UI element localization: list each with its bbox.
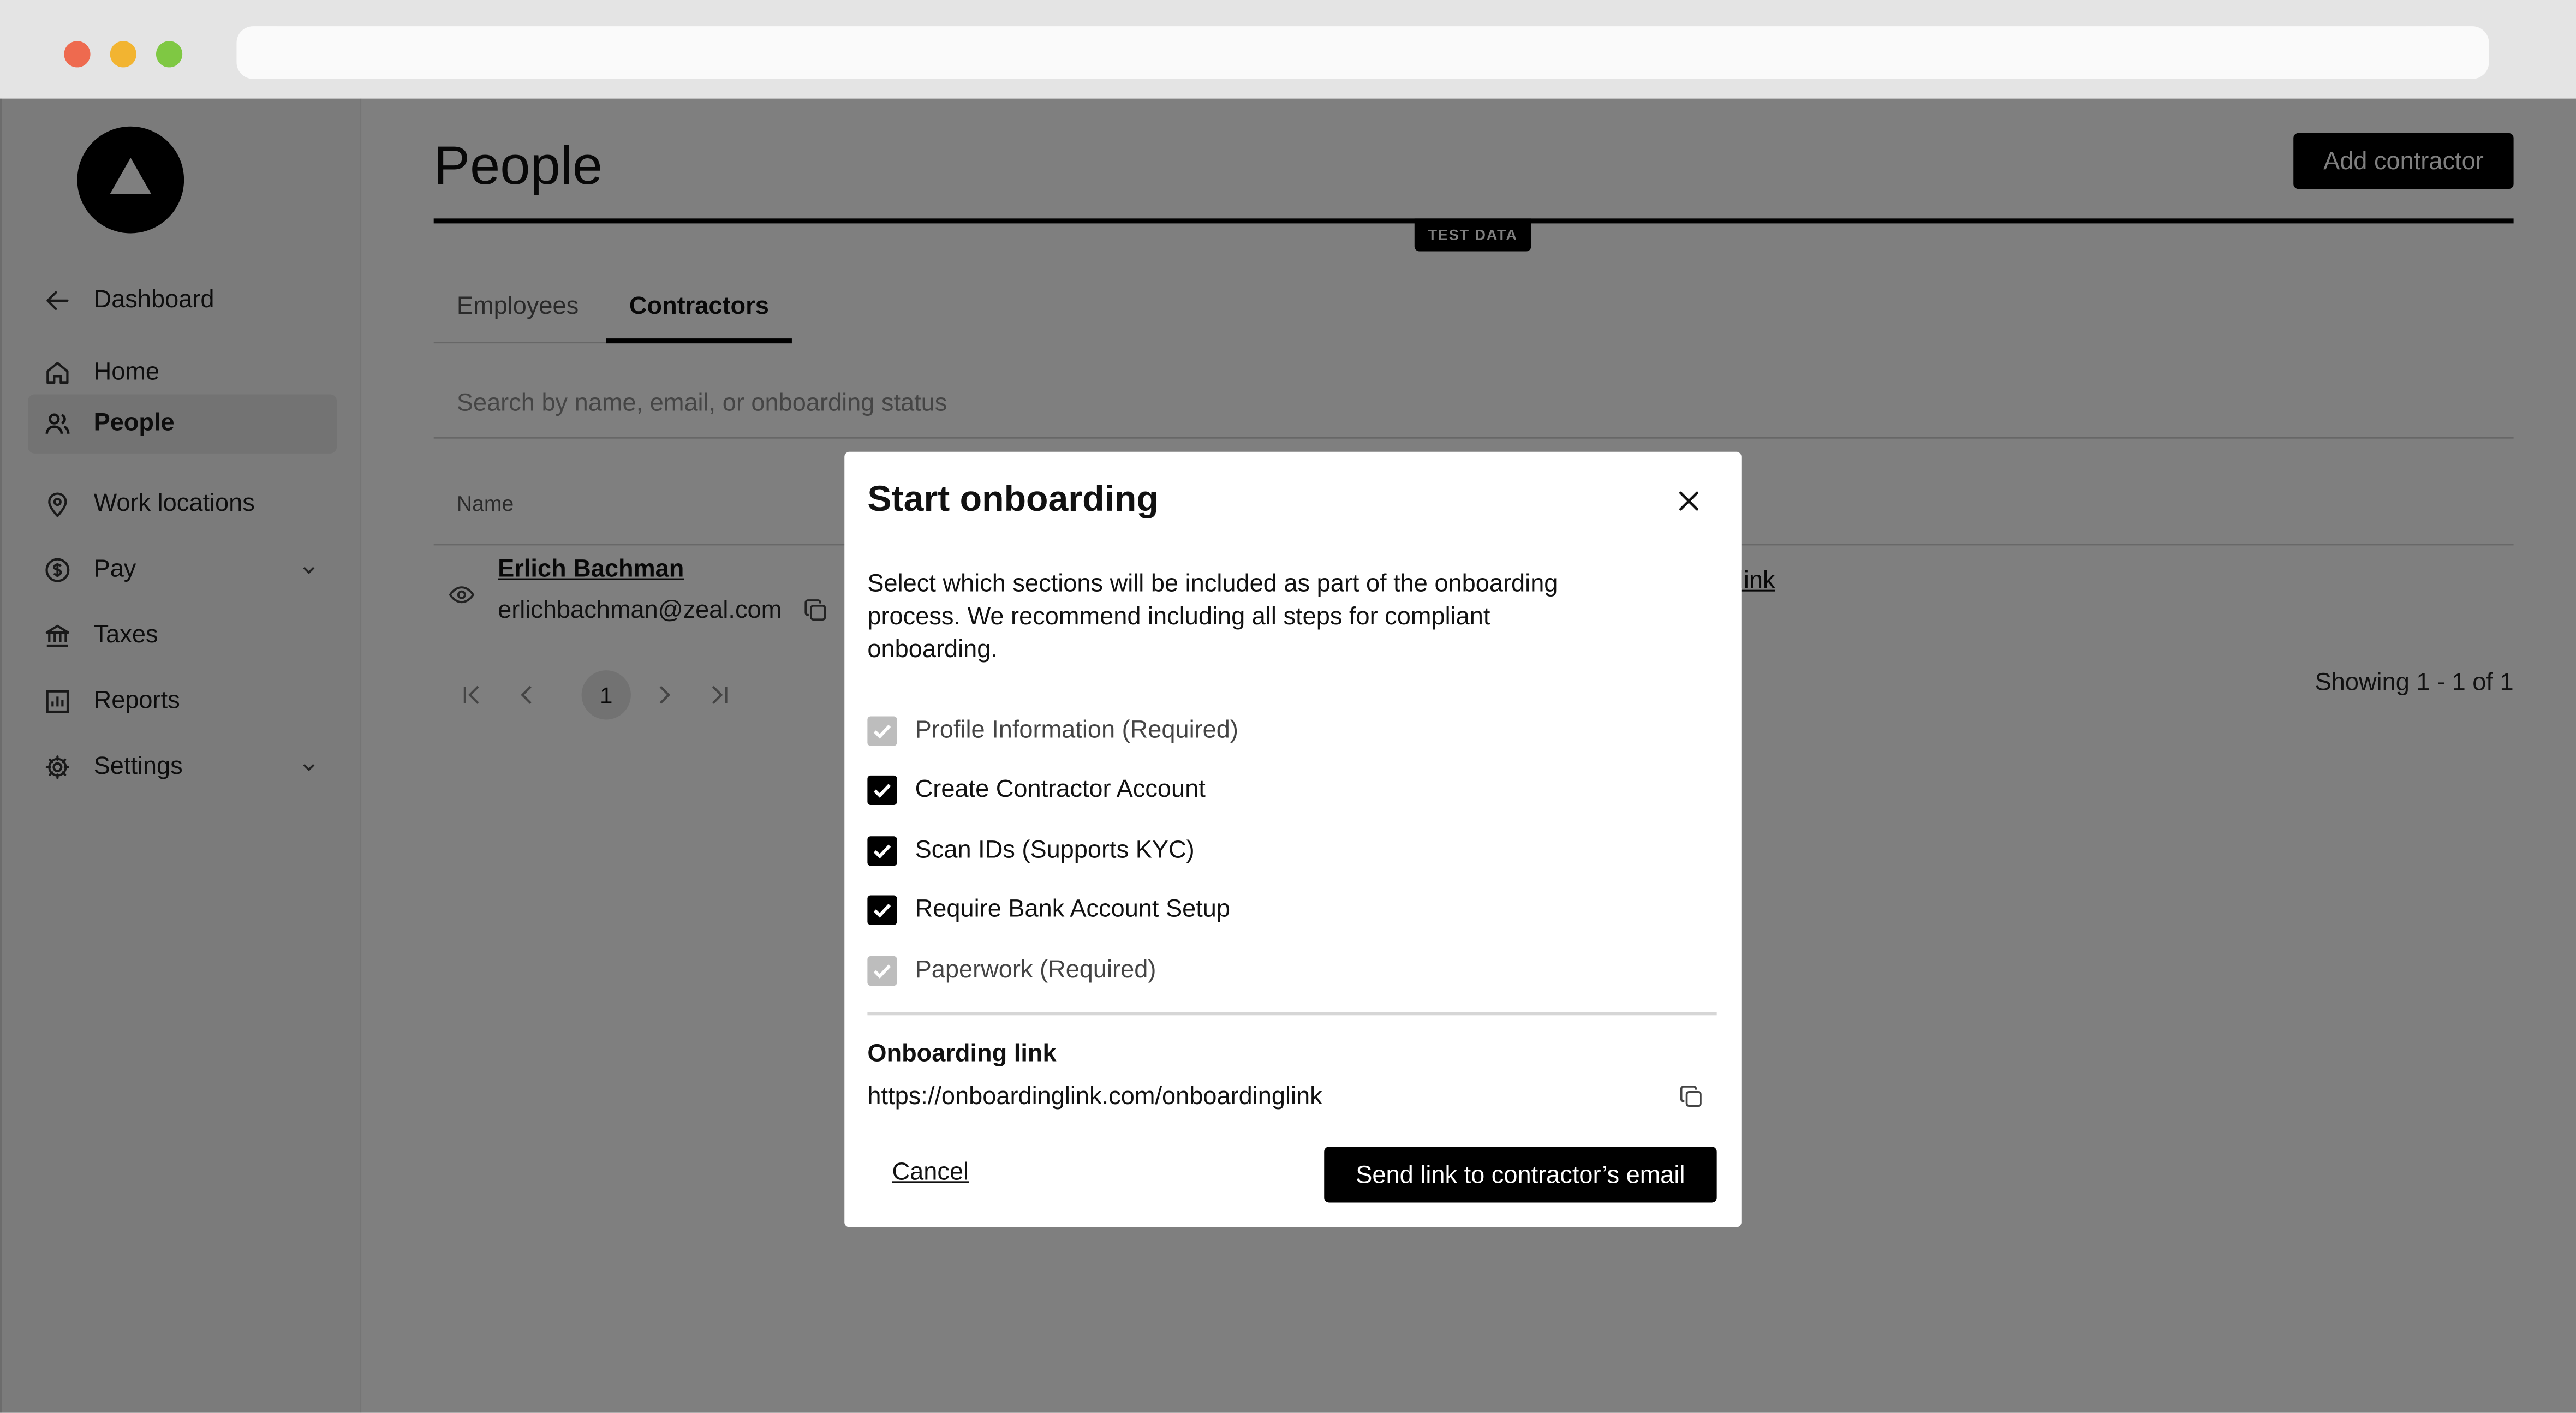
option-label: Profile Information (Required) — [915, 716, 1238, 744]
checkbox-profile-information[interactable] — [867, 716, 897, 746]
app-window: Dashboard Home People Work locations Pay — [0, 0, 2576, 1413]
option-label: Create Contractor Account — [915, 775, 1206, 803]
address-bar[interactable] — [236, 26, 2489, 79]
checkbox-require-bank-account[interactable] — [867, 895, 897, 925]
start-onboarding-modal: Start onboarding Select which sections w… — [844, 451, 1742, 1227]
cancel-button[interactable]: Cancel — [892, 1158, 969, 1186]
send-link-button[interactable]: Send link to contractor’s email — [1324, 1147, 1717, 1203]
browser-titlebar — [0, 0, 2576, 99]
checkmark-icon — [873, 964, 891, 979]
minimize-window-button[interactable] — [110, 41, 136, 68]
onboarding-link-url: https://onboardinglink.com/onboardinglin… — [867, 1082, 1322, 1111]
copy-icon[interactable] — [1679, 1084, 1703, 1109]
checkbox-create-contractor-account[interactable] — [867, 775, 897, 805]
close-icon — [1679, 491, 1698, 511]
maximize-window-button[interactable] — [156, 41, 183, 68]
checkmark-icon — [873, 724, 891, 739]
option-label: Paperwork (Required) — [915, 956, 1156, 985]
modal-divider — [867, 1012, 1717, 1016]
checkbox-paperwork[interactable] — [867, 956, 897, 986]
close-window-button[interactable] — [64, 41, 91, 68]
onboarding-link-heading: Onboarding link — [867, 1040, 1057, 1068]
checkmark-icon — [873, 784, 891, 798]
option-label: Require Bank Account Setup — [915, 895, 1231, 923]
checkmark-icon — [873, 844, 891, 859]
close-modal-button[interactable] — [1669, 481, 1708, 521]
modal-description: Select which sections will be included a… — [867, 570, 1558, 664]
checkbox-scan-ids[interactable] — [867, 836, 897, 866]
option-label: Scan IDs (Supports KYC) — [915, 836, 1195, 865]
modal-title: Start onboarding — [867, 478, 1159, 520]
checkmark-icon — [873, 903, 891, 918]
